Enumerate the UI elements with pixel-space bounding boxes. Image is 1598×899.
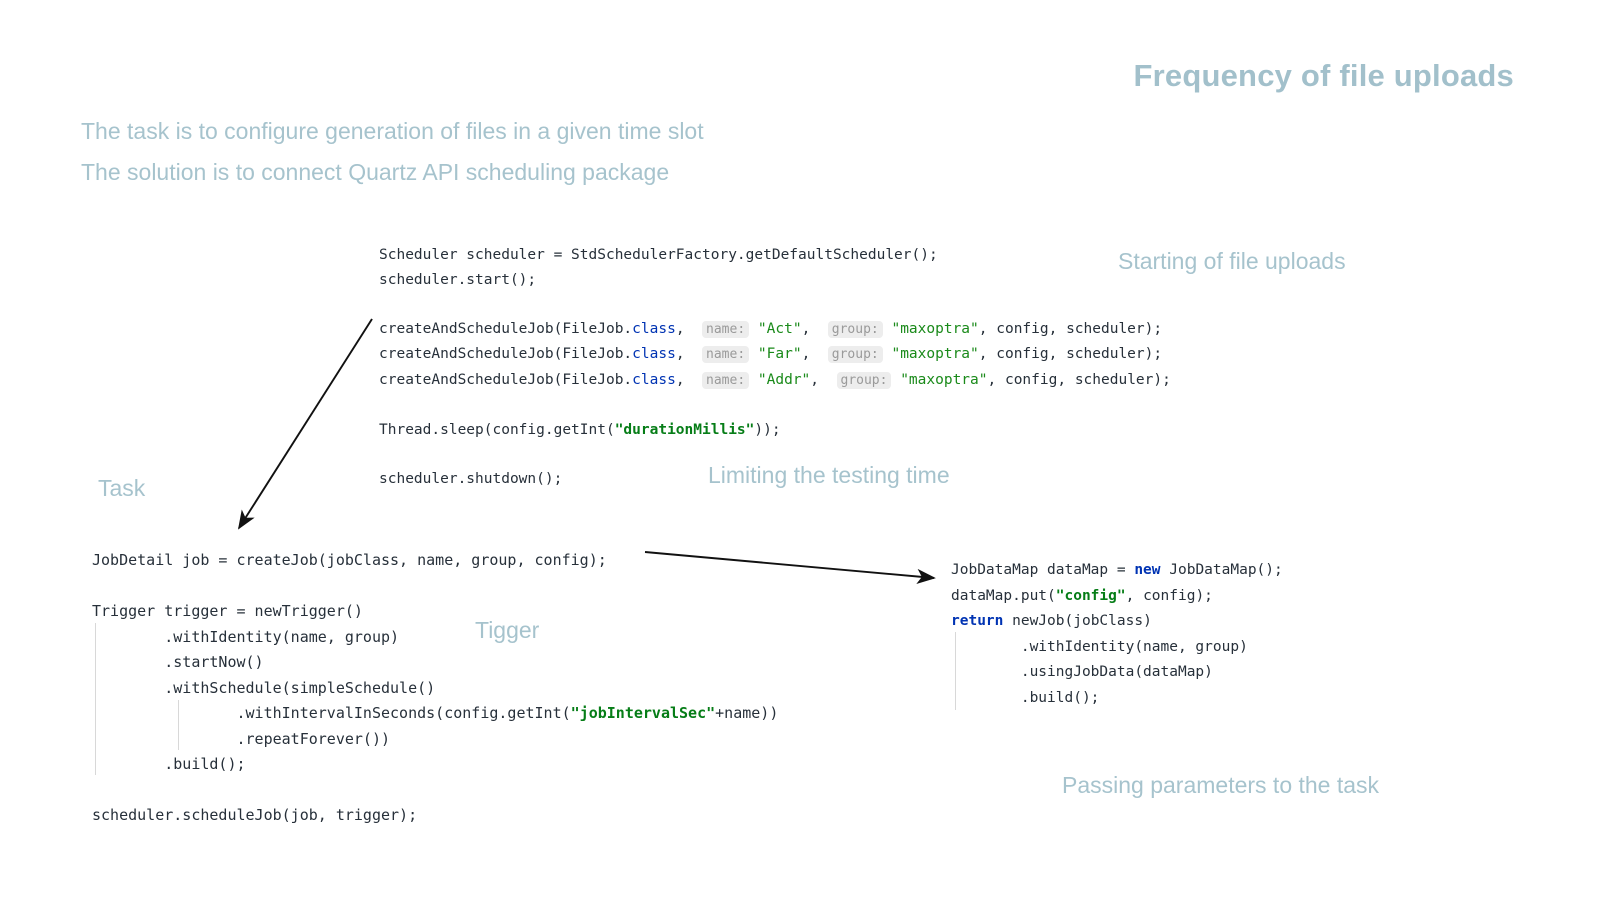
code-token: ,: [675, 371, 703, 388]
code-token: "Far": [757, 346, 802, 362]
code-line: JobDataMap dataMap = new JobDataMap();: [951, 558, 1283, 584]
code-line: .withIdentity(name, group): [92, 625, 778, 651]
code-token: .withIdentity(name, group): [951, 638, 1248, 655]
parameter-hint-badge: group:: [836, 371, 892, 389]
code-line: .startNow(): [92, 650, 778, 676]
code-line: scheduler.start();: [379, 268, 1171, 293]
code-token: "config": [1055, 587, 1126, 604]
code-token: .build();: [92, 755, 246, 773]
parameter-hint-badge: name:: [702, 320, 750, 338]
code-line: createAndScheduleJob(FileJob.class, name…: [379, 342, 1171, 368]
indent-guide-left-inner: [178, 700, 179, 750]
code-token: "durationMillis": [614, 421, 755, 438]
code-token: Scheduler scheduler = StdSchedulerFactor…: [379, 247, 938, 263]
code-token: , config, scheduler);: [978, 346, 1163, 362]
code-token: .startNow(): [92, 653, 264, 671]
code-block-main-scheduler: Scheduler scheduler = StdSchedulerFactor…: [379, 243, 1171, 491]
code-line: .repeatForever()): [92, 727, 778, 753]
annotation-passing-parameters-to-the-task: Passing parameters to the task: [1062, 772, 1380, 798]
code-line: .build();: [951, 686, 1283, 712]
code-token: , config, scheduler);: [987, 371, 1171, 388]
code-line: dataMap.put("config", config);: [951, 584, 1283, 610]
code-line: .withSchedule(simpleSchedule(): [92, 676, 778, 702]
code-line: .withIntervalInSeconds(config.getInt("jo…: [92, 701, 778, 727]
slide-canvas: Frequency of file uploads The task is to…: [0, 0, 1598, 899]
page-title: Frequency of file uploads: [1133, 58, 1514, 93]
code-token: .withIdentity(name, group): [92, 627, 400, 646]
code-token: ));: [754, 421, 781, 438]
code-token: scheduler.shutdown();: [379, 470, 563, 487]
code-line: .build();: [92, 752, 778, 778]
code-token: ,: [675, 346, 703, 362]
parameter-hint-badge: group:: [827, 320, 883, 338]
code-token: createAndScheduleJob(FileJob.: [379, 371, 633, 388]
code-token: "jobIntervalSec": [570, 704, 716, 722]
code-token: ,: [801, 320, 828, 337]
code-line: Trigger trigger = newTrigger(): [92, 599, 778, 625]
code-line: createAndScheduleJob(FileJob.class, name…: [379, 317, 1171, 343]
code-token: .repeatForever()): [92, 729, 391, 748]
code-token: ,: [810, 371, 837, 388]
subtitle-line-2: The solution is to connect Quartz API sc…: [81, 159, 670, 185]
code-token: Trigger trigger = newTrigger(): [92, 602, 363, 620]
code-token: createAndScheduleJob(FileJob.: [379, 346, 633, 362]
code-token: .build();: [951, 689, 1100, 706]
code-token: "Addr": [757, 371, 811, 388]
code-token: .withIntervalInSeconds(config.getInt(: [92, 704, 571, 722]
code-token: , config);: [1125, 587, 1213, 604]
code-line: return newJob(jobClass): [951, 609, 1283, 635]
code-token: +name)): [715, 704, 779, 722]
parameter-hint-badge: name:: [702, 346, 750, 363]
code-token: , config, scheduler);: [978, 320, 1163, 337]
code-token: .usingJobData(dataMap): [951, 664, 1213, 680]
code-block-create-job: JobDataMap dataMap = new JobDataMap(); da…: [951, 558, 1283, 711]
subtitle-line-1: The task is to configure generation of f…: [81, 118, 704, 144]
code-line: Thread.sleep(config.getInt("durationMill…: [379, 418, 1171, 443]
code-token: .withSchedule(simpleSchedule(): [92, 678, 436, 697]
code-token: "Act": [757, 320, 802, 337]
code-line: .withIdentity(name, group): [951, 635, 1283, 661]
annotation-task: Task: [98, 475, 146, 501]
code-token: return: [951, 613, 1004, 629]
code-token: JobDataMap();: [1160, 562, 1283, 578]
code-token: Thread.sleep(config.getInt(: [379, 421, 615, 438]
indent-guide-left-outer: [95, 623, 96, 775]
code-line: .usingJobData(dataMap): [951, 660, 1283, 686]
code-token: "maxoptra": [891, 320, 979, 337]
code-token: createAndScheduleJob(FileJob.: [379, 320, 633, 337]
code-token: class: [632, 371, 676, 388]
code-token: scheduler.start();: [379, 271, 537, 288]
code-token: ,: [675, 320, 703, 337]
code-block-create-trigger: JobDetail job = createJob(jobClass, name…: [92, 548, 778, 829]
arrow-schedule-to-createjob: [237, 318, 373, 530]
indent-guide-right: [955, 632, 956, 710]
code-line: Scheduler scheduler = StdSchedulerFactor…: [379, 243, 1171, 268]
code-token: dataMap.put(: [951, 587, 1056, 604]
code-line: scheduler.shutdown();: [379, 467, 1171, 492]
parameter-hint-badge: group:: [827, 346, 883, 363]
code-token: class: [632, 320, 676, 337]
code-token: JobDataMap dataMap =: [951, 562, 1135, 578]
parameter-hint-badge: name:: [702, 371, 750, 389]
code-token: "maxoptra": [891, 346, 979, 362]
code-token: ,: [801, 346, 828, 362]
code-token: class: [632, 346, 676, 362]
code-token: "maxoptra": [900, 371, 988, 388]
code-token: new: [1134, 562, 1161, 578]
code-token: scheduler.scheduleJob(job, trigger);: [92, 806, 418, 824]
code-token: newJob(jobClass): [1003, 613, 1152, 629]
code-line: JobDetail job = createJob(jobClass, name…: [92, 548, 778, 574]
code-line: createAndScheduleJob(FileJob.class, name…: [379, 368, 1171, 394]
code-line: scheduler.scheduleJob(job, trigger);: [92, 803, 778, 829]
code-token: JobDetail job = createJob(jobClass, name…: [92, 551, 607, 569]
